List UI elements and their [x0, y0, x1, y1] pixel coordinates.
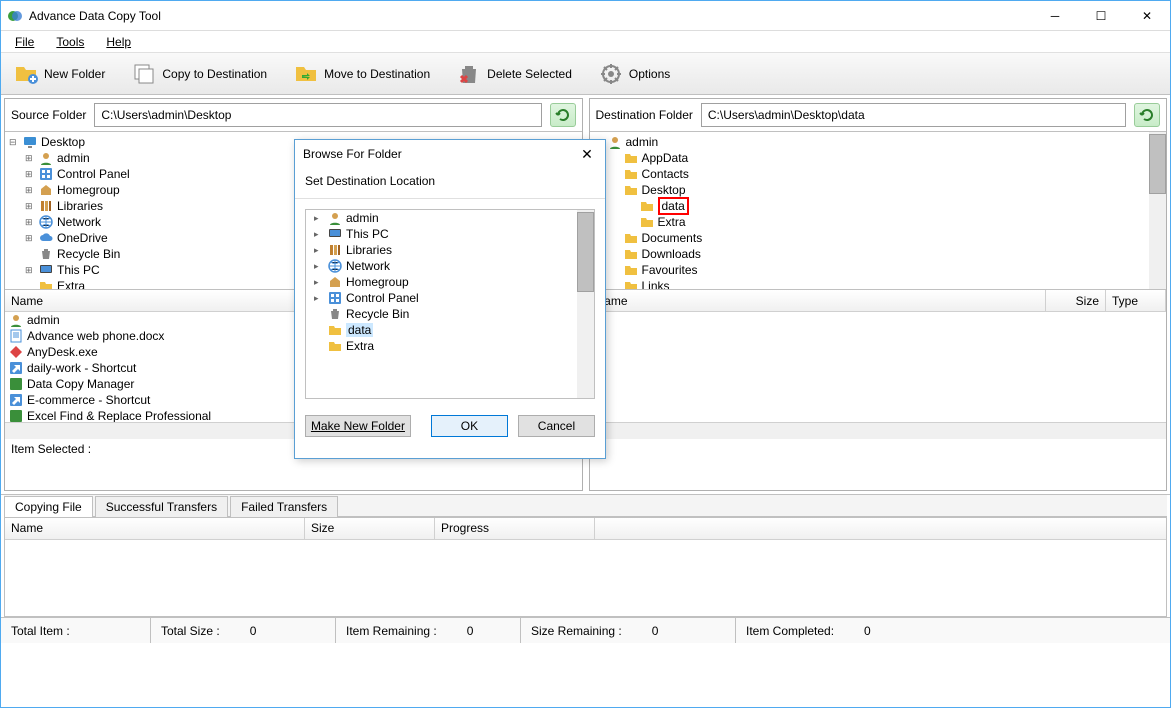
tcol-size[interactable]: Size: [305, 518, 435, 539]
tree-item[interactable]: Contacts: [590, 166, 1167, 182]
destination-file-list[interactable]: [590, 312, 1167, 422]
folder-plus-icon: [14, 62, 38, 86]
tree-item[interactable]: ▸Control Panel: [306, 290, 594, 306]
destination-path-input[interactable]: C:\Users\admin\Desktop\data: [701, 103, 1126, 127]
col-size[interactable]: Size: [1046, 290, 1106, 311]
tree-item[interactable]: Extra: [590, 214, 1167, 230]
gear-icon: [599, 62, 623, 86]
minimize-button[interactable]: ─: [1032, 1, 1078, 31]
destination-tree-scrollbar[interactable]: [1149, 132, 1166, 289]
tab-copying[interactable]: Copying File: [4, 496, 93, 517]
tree-item[interactable]: data: [590, 198, 1167, 214]
tree-item[interactable]: Desktop: [590, 182, 1167, 198]
tree-item[interactable]: Extra: [306, 338, 594, 354]
tree-item[interactable]: admin: [590, 134, 1167, 150]
dialog-close-button[interactable]: ✕: [577, 146, 597, 163]
tree-item[interactable]: Recycle Bin: [306, 306, 594, 322]
tree-item[interactable]: ▸Network: [306, 258, 594, 274]
trash-icon: [457, 62, 481, 86]
refresh-icon: [555, 107, 571, 123]
ok-button[interactable]: OK: [431, 415, 508, 437]
tab-successful[interactable]: Successful Transfers: [95, 496, 228, 517]
tab-failed[interactable]: Failed Transfers: [230, 496, 338, 517]
tree-item[interactable]: ▸This PC: [306, 226, 594, 242]
col-name[interactable]: Name: [590, 290, 1047, 311]
tree-item[interactable]: Downloads: [590, 246, 1167, 262]
dialog-title: Browse For Folder: [303, 147, 402, 161]
new-folder-button[interactable]: New Folder: [5, 57, 114, 91]
tcol-progress[interactable]: Progress: [435, 518, 595, 539]
tree-item[interactable]: AppData: [590, 150, 1167, 166]
dialog-folder-tree[interactable]: ▸admin▸This PC▸Libraries▸Network▸Homegro…: [305, 209, 595, 399]
title-bar: Advance Data Copy Tool ─ ☐ ✕: [1, 1, 1170, 31]
maximize-button[interactable]: ☐: [1078, 1, 1124, 31]
browse-folder-dialog: Browse For Folder ✕ Set Destination Loca…: [294, 139, 606, 459]
options-button[interactable]: Options: [590, 57, 679, 91]
toolbar: New Folder Copy to Destination Move to D…: [1, 53, 1170, 95]
menu-file[interactable]: File: [11, 33, 38, 51]
tree-item[interactable]: data: [306, 322, 594, 338]
source-path-input[interactable]: C:\Users\admin\Desktop: [94, 103, 541, 127]
dialog-subtitle: Set Destination Location: [295, 168, 605, 199]
copy-icon: [132, 62, 156, 86]
folder-arrow-icon: [294, 62, 318, 86]
cancel-button[interactable]: Cancel: [518, 415, 595, 437]
col-type[interactable]: Type: [1106, 290, 1166, 311]
dialog-tree-scrollbar[interactable]: [577, 210, 594, 398]
destination-pane: Destination Folder C:\Users\admin\Deskto…: [589, 98, 1168, 491]
copy-button[interactable]: Copy to Destination: [123, 57, 276, 91]
app-icon: [7, 8, 23, 24]
refresh-icon: [1139, 107, 1155, 123]
window-title: Advance Data Copy Tool: [29, 9, 1032, 23]
tree-item[interactable]: Favourites: [590, 262, 1167, 278]
make-new-folder-button[interactable]: Make New Folder: [305, 415, 411, 437]
menu-help[interactable]: Help: [102, 33, 135, 51]
transfers-panel: Name Size Progress: [4, 517, 1167, 617]
tcol-name[interactable]: Name: [5, 518, 305, 539]
destination-refresh-button[interactable]: [1134, 103, 1160, 127]
source-refresh-button[interactable]: [550, 103, 576, 127]
tree-item[interactable]: Documents: [590, 230, 1167, 246]
destination-label: Destination Folder: [596, 108, 693, 122]
tree-item[interactable]: ▸admin: [306, 210, 594, 226]
destination-tree[interactable]: adminAppDataContactsDesktopdataExtraDocu…: [590, 132, 1167, 290]
menu-tools[interactable]: Tools: [52, 33, 88, 51]
status-bar: Total Item : Total Size :0 Item Remainin…: [1, 617, 1170, 643]
move-button[interactable]: Move to Destination: [285, 57, 439, 91]
close-button[interactable]: ✕: [1124, 1, 1170, 31]
source-label: Source Folder: [11, 108, 86, 122]
transfer-tabs: Copying File Successful Transfers Failed…: [4, 495, 1167, 517]
destination-hscroll[interactable]: [590, 422, 1167, 439]
tree-item[interactable]: Links: [590, 278, 1167, 290]
tree-item[interactable]: ▸Libraries: [306, 242, 594, 258]
tree-item[interactable]: ▸Homegroup: [306, 274, 594, 290]
menu-bar: File Tools Help: [1, 31, 1170, 53]
destination-file-header: Name Size Type: [590, 290, 1167, 312]
delete-button[interactable]: Delete Selected: [448, 57, 581, 91]
